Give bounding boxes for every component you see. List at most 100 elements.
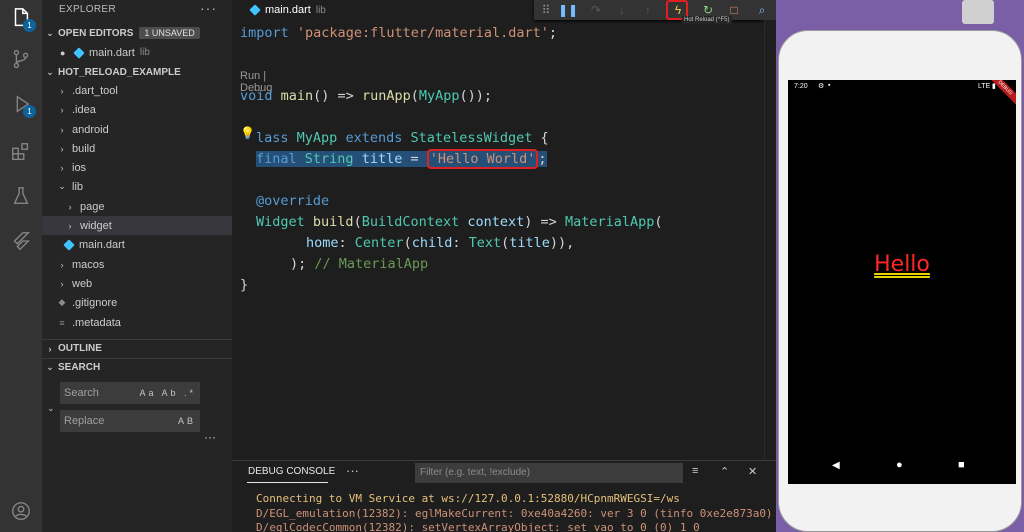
pause-icon[interactable]: ❚❚ [558,2,578,18]
explorer-title: EXPLORER [59,4,116,15]
outline-header[interactable]: › OUTLINE [42,339,232,357]
run-debug-icon[interactable]: 1 [9,92,36,118]
notification-icon: ▪ [828,82,831,89]
code-line: Widget build(BuildContext context) => Ma… [256,214,663,230]
step-over-icon[interactable]: ↷ [588,2,604,18]
step-into-icon[interactable]: ↓ [614,2,630,18]
tab-underline [247,482,328,483]
code-line: @override [256,193,330,209]
open-editor-main-dart[interactable]: ● main.dart lib [42,43,232,62]
open-editor-filename: main.dart [89,46,135,59]
tree-item-dart-tool[interactable]: › .dart_tool [42,81,232,100]
tree-item-label: lib [72,180,84,193]
close-icon[interactable]: ✕ [748,465,757,478]
chevron-right-icon: › [60,162,64,173]
outline-label: OUTLINE [58,343,102,354]
flutter-icon[interactable] [9,229,33,253]
tree-item-label: .gitignore [72,296,118,309]
tree-item-label: widget [80,219,112,232]
log-line: Connecting to VM Service at ws://127.0.0… [256,492,680,505]
explorer-more-button[interactable]: ··· [200,0,217,16]
recents-icon[interactable]: ■ [958,459,965,471]
settings-icon: ⚙ [818,83,825,90]
files-badge: 1 [23,19,36,32]
search-placeholder: Search [64,387,99,399]
flask-icon[interactable] [9,184,33,208]
debug-toolbar: ⠿ ❚❚ ↷ ↓ ↑ ϟ ↻ □ ⌕ [534,0,776,20]
code-line: void main() => runApp(MyApp()); [240,88,493,104]
tree-item-idea[interactable]: › .idea [42,100,232,119]
tree-item-metadata[interactable]: ≡ .metadata [42,313,232,332]
code-line: import 'package:flutter/material.dart'; [240,25,558,41]
replace-toggle-icon[interactable]: ⌄ [47,403,55,414]
search-options[interactable]: Aa Ab .* [139,388,200,398]
inspect-widget-icon[interactable]: ⌕ [754,2,770,18]
console-filter-input[interactable]: Filter (e.g. text, !exclude) [415,463,683,483]
code-line: ); // MaterialApp [290,256,429,272]
gear-file-icon: ◆ [58,297,66,307]
tree-item-label: build [72,142,96,155]
tree-item-label: page [80,200,105,213]
chevron-right-icon: › [60,124,64,135]
extensions-icon[interactable] [9,140,33,164]
panel-more-button[interactable]: ··· [346,463,359,478]
hot-reload-tooltip: Hot Reload (^F5) [682,16,732,24]
tree-item-gitignore[interactable]: ◆ .gitignore [42,293,232,312]
tree-item-build[interactable]: › build [42,139,232,158]
debug-badge: 1 [23,105,36,118]
source-control-icon[interactable] [9,47,33,71]
home-icon[interactable]: ● [896,459,903,471]
search-input[interactable]: Search Aa Ab .* [60,382,200,404]
android-nav-bar: ◀ ● ■ [788,458,1016,478]
code-line: lass MyApp extends StatelessWidget { [256,130,549,146]
chevron-down-icon: ⌄ [58,181,66,191]
code-editor[interactable]: main.dart lib ⠿ ❚❚ ↷ ↓ ↑ ϟ ↻ □ ⌕ Hot Rel… [232,0,776,460]
tree-item-label: .dart_tool [72,84,118,97]
chevron-right-icon: › [68,220,72,231]
tree-item-page[interactable]: › page [42,197,232,216]
phone-status-bar: 7:20 ⚙ ▪ LTE ▮ [788,80,1016,94]
tree-item-lib[interactable]: ⌄ lib [42,177,232,196]
back-icon[interactable]: ◀ [832,460,840,471]
chevron-up-icon[interactable]: ⌃ [720,465,729,478]
open-editors-header[interactable]: ⌄ OPEN EDITORS 1 UNSAVED [42,24,232,42]
tree-item-android[interactable]: › android [42,120,232,139]
tree-item-macos[interactable]: › macos [42,255,232,274]
phone-screen[interactable]: 7:20 ⚙ ▪ LTE ▮ DEBUG Hello ◀ ● ■ [788,80,1016,484]
wrap-lines-icon[interactable]: ≡ [692,465,698,477]
tree-item-widget[interactable]: › widget [42,216,232,235]
tab-debug-console[interactable]: DEBUG CONSOLE [248,466,335,477]
drag-handle-icon[interactable]: ⠿ [538,2,554,18]
tree-item-label: ios [72,161,87,174]
debug-console-panel: DEBUG CONSOLE ··· Filter (e.g. text, !ex… [232,460,776,532]
tab-label: main.dart [265,4,311,16]
tree-item-web[interactable]: › web [42,274,232,293]
tab-main-dart[interactable]: main.dart lib [232,0,326,20]
replace-options[interactable]: AB [178,416,200,426]
project-header[interactable]: ⌄ HOT_RELOAD_EXAMPLE [42,63,232,81]
editor-scrollbar[interactable] [764,20,776,460]
chevron-right-icon: › [60,85,64,96]
title-string-highlight: 'Hello World' [426,149,539,169]
status-time: 7:20 [794,83,808,90]
step-out-icon[interactable]: ↑ [640,2,656,18]
tree-item-label: web [72,277,93,290]
tree-item-ios[interactable]: › ios [42,158,232,177]
search-header[interactable]: ⌄ SEARCH [42,358,232,376]
dart-file-icon [64,240,74,250]
replace-placeholder: Replace [64,415,105,427]
log-line: D/eglCodecCommon(12382): setVertexArrayO… [256,521,700,532]
replace-input[interactable]: Replace AB [60,410,200,432]
search-details-button[interactable]: ··· [204,430,216,444]
files-icon[interactable]: 1 [9,6,36,32]
lightbulb-icon[interactable]: 💡 [240,126,255,140]
chevron-down-icon: ⌄ [46,66,54,77]
account-icon[interactable] [9,499,33,523]
chevron-right-icon: › [68,201,72,212]
tree-item-main-dart[interactable]: main.dart [42,235,232,254]
tree-item-label: android [72,123,109,136]
tree-item-label: .idea [72,103,96,116]
search-label: SEARCH [58,362,101,373]
hello-text: Hello [874,252,930,277]
chevron-right-icon: › [60,143,64,154]
